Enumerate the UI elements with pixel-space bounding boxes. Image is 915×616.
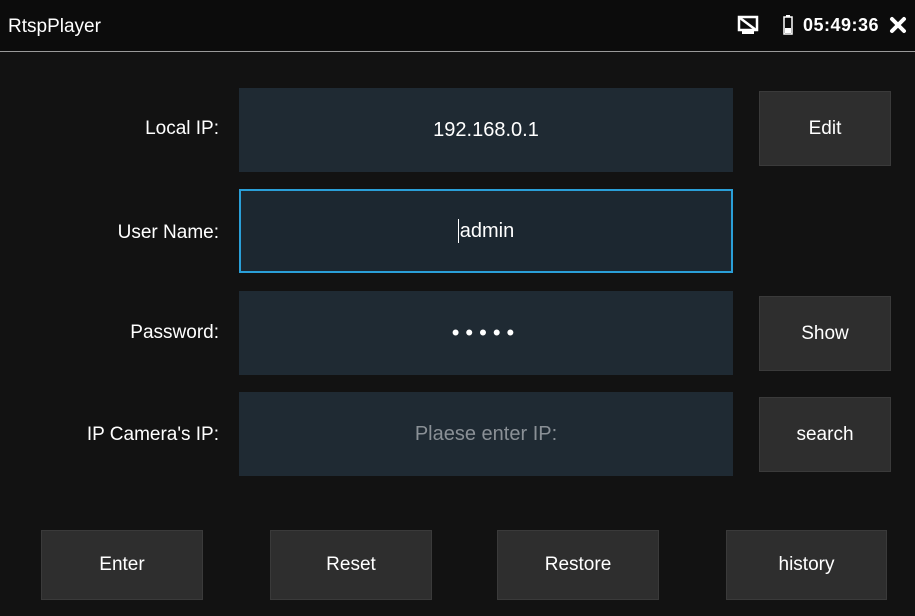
rtsp-player-screen: RtspPlayer 05:49:36 Local IP: 192.168.0.… xyxy=(0,0,915,616)
close-icon[interactable] xyxy=(889,16,907,34)
user-name-label: User Name: xyxy=(117,222,219,243)
camera-ip-label: IP Camera's IP: xyxy=(86,424,219,445)
local-ip-label: Local IP: xyxy=(145,118,219,139)
text-caret xyxy=(457,219,459,243)
screen-off-icon xyxy=(737,15,759,35)
reset-button[interactable]: Reset xyxy=(270,530,432,600)
restore-button[interactable]: Restore xyxy=(497,530,659,600)
camera-ip-input[interactable]: Plaese enter IP: xyxy=(239,392,733,476)
show-password-button[interactable]: Show xyxy=(759,296,891,371)
search-button[interactable]: search xyxy=(759,397,891,472)
clock-time: 05:49:36 xyxy=(802,14,879,35)
local-ip-field[interactable]: 192.168.0.1 xyxy=(239,88,733,172)
user-name-value: admin xyxy=(459,219,515,242)
enter-button[interactable]: Enter xyxy=(41,530,203,600)
battery-icon xyxy=(783,15,793,35)
user-name-input[interactable]: admin xyxy=(239,189,733,273)
password-input[interactable]: ••••• xyxy=(239,291,733,375)
camera-ip-placeholder: Plaese enter IP: xyxy=(414,422,558,445)
local-ip-value: 192.168.0.1 xyxy=(433,118,539,141)
password-value: ••••• xyxy=(451,320,521,345)
password-label: Password: xyxy=(130,322,219,343)
status-area: 05:49:36 xyxy=(737,12,907,38)
title-bar: RtspPlayer 05:49:36 xyxy=(0,0,915,52)
history-button[interactable]: history xyxy=(726,530,887,600)
app-title: RtspPlayer xyxy=(8,16,101,37)
edit-button[interactable]: Edit xyxy=(759,91,891,166)
